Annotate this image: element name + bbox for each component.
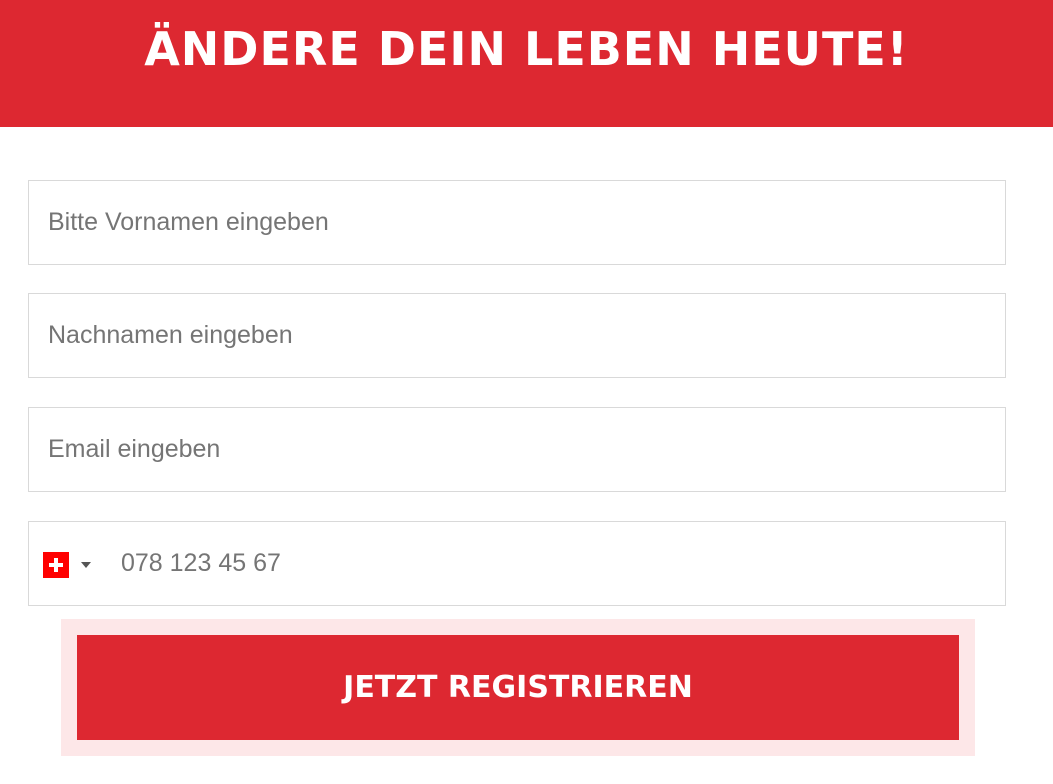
flag-switzerland-icon xyxy=(43,552,69,578)
phone-field-wrapper xyxy=(28,521,1006,606)
caret-down-icon xyxy=(81,562,91,568)
phone-field[interactable] xyxy=(29,522,1005,605)
first-name-field[interactable] xyxy=(29,181,1005,264)
page-title: ÄNDERE DEIN LEBEN HEUTE! xyxy=(144,21,909,76)
email-field[interactable] xyxy=(29,408,1005,491)
email-field-wrapper xyxy=(28,407,1006,492)
first-name-field-wrapper xyxy=(28,180,1006,265)
last-name-field[interactable] xyxy=(29,294,1005,377)
submit-button-container: JETZT REGISTRIEREN xyxy=(61,619,975,756)
register-button[interactable]: JETZT REGISTRIEREN xyxy=(77,635,959,740)
last-name-field-wrapper xyxy=(28,293,1006,378)
header-banner: ÄNDERE DEIN LEBEN HEUTE! xyxy=(0,0,1053,127)
country-code-selector[interactable] xyxy=(43,552,91,578)
